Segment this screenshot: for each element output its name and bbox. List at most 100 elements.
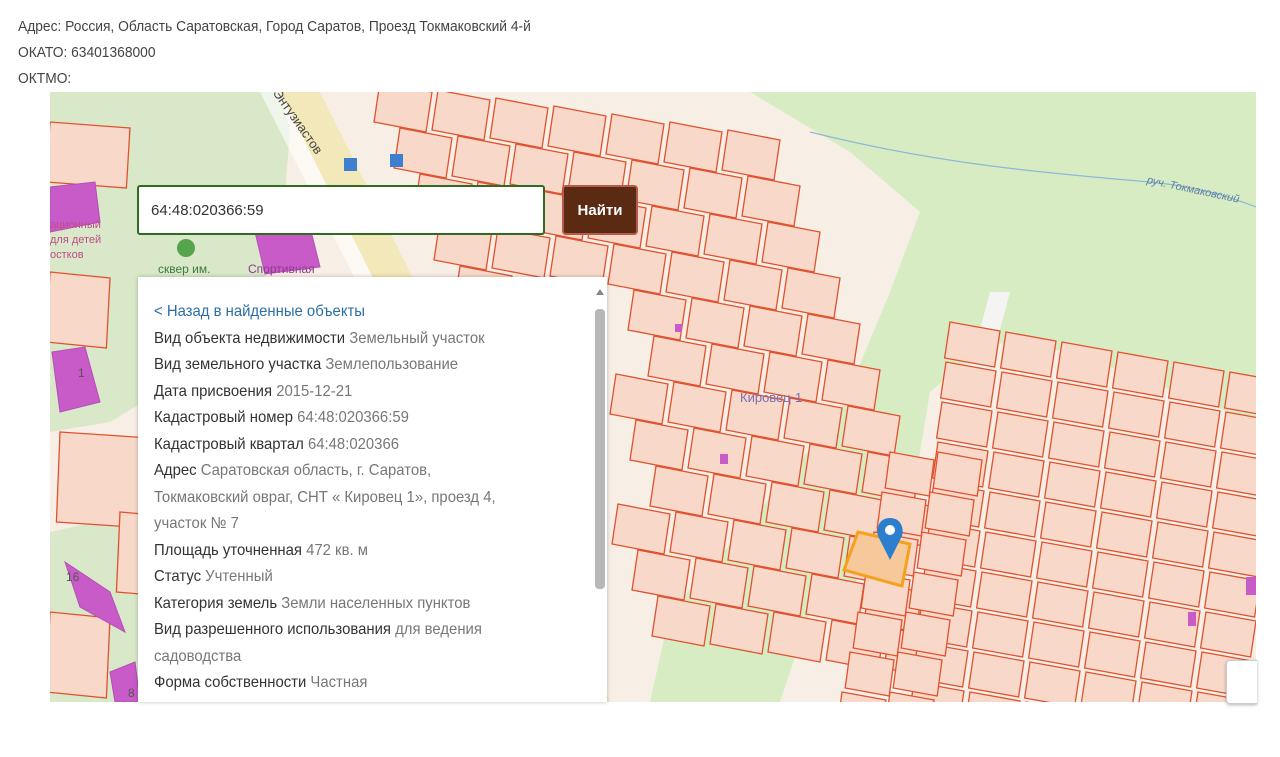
bus-stop-icon [390,154,403,167]
parcel [979,531,1037,578]
parcel [687,427,747,479]
layers-icon[interactable] [1226,660,1257,704]
area-label-kirovets: Кировец-1 [740,390,803,405]
address-header: Адрес: Россия, Область Саратовская, Горо… [18,14,575,92]
parcel [431,92,491,141]
parcel [1031,581,1089,628]
parcel [983,491,1041,538]
info-row: Категория земель Земли населенных пункто… [154,594,471,612]
parcel [1219,411,1256,456]
info-row: Площадь уточненная 472 кв. м [154,541,368,559]
oktmo-line: ОКТМО: [18,70,72,87]
poi-label-center: ационный [50,219,101,231]
permitted-use-continuation: садоводства [154,647,242,665]
parcel [1039,501,1097,548]
parcel [852,611,903,657]
object-info-panel[interactable]: < Назад в найденные объекты Вид объекта … [138,277,607,702]
parcel [1035,541,1093,588]
poi-label-sport: Спортивная [248,262,315,276]
parcel [971,611,1029,658]
scroll-thumb[interactable] [595,309,605,589]
parcel [908,571,959,617]
parcel [781,267,841,319]
parcel [489,97,549,149]
parcel [645,205,705,257]
info-row: Кадастровый квартал 64:48:020366 [154,435,399,453]
parcel [683,167,743,219]
parcel [669,511,729,563]
parcel [932,451,983,497]
parcel [393,127,453,179]
parcel [665,251,725,303]
parcel [1083,631,1141,678]
parcel [1199,611,1256,658]
parcel [50,611,111,699]
parcel [975,571,1033,618]
parcel [783,397,843,449]
parcel [916,531,967,577]
panel-scrollbar[interactable] [595,289,605,699]
parcel [685,297,745,349]
search-button[interactable]: Найти [562,185,638,235]
info-row: Вид земельного участка Землепользование [154,356,459,373]
back-to-results-link[interactable]: < Назад в найденные объекты [154,299,560,326]
poi-label-center: остков [50,249,84,261]
parcel [703,213,763,265]
parcel [1023,661,1081,702]
poi-label-center: для детей [50,234,102,246]
okato-line: ОКАТО: 63401368000 [18,44,156,61]
parcel [663,121,723,173]
parcel [607,243,667,295]
parcel [605,113,665,165]
parcel [1215,451,1256,496]
parcel [1147,561,1205,608]
house-number: 16 [66,570,80,584]
address-line: Адрес: Россия, Область Саратовская, Горо… [18,18,531,35]
parcel [935,401,993,448]
parcel [1080,671,1137,702]
parcel [801,313,861,365]
parcel [723,259,783,311]
parcel [721,129,781,181]
building [720,454,728,464]
parcel [611,503,671,555]
parcel [987,451,1045,498]
parcel [1107,391,1165,438]
scroll-up-icon[interactable] [596,289,604,295]
parcel [900,611,951,657]
parcel [1103,431,1161,478]
parcel [1091,551,1149,598]
parcel [1087,591,1145,638]
parcel [1163,401,1221,448]
house-number: 1 [78,366,85,380]
info-row: Вид объекта недвижимости Земельный участ… [154,329,485,347]
parcel [629,419,689,471]
cadastral-search-input[interactable] [137,185,545,235]
parcel [1155,481,1213,528]
parcel [627,289,687,341]
parcel [967,651,1025,698]
info-row: Вид разрешенного использования для веден… [154,621,482,638]
info-row: Статус Учтенный [154,568,273,585]
parcel [1211,491,1256,537]
parcel [1099,471,1157,518]
parcel [991,411,1049,458]
parcel [491,227,551,279]
building [1188,612,1196,626]
info-row: Адрес Саратовская область, г. Саратов, [154,462,432,479]
parcel [667,381,727,433]
parcel [373,92,433,133]
parcel [707,473,767,525]
parcel [1139,641,1197,688]
address-continuation: Токмаковский овраг, СНТ « Кировец 1», пр… [154,488,496,506]
parcel [649,465,709,517]
parcel [609,373,669,425]
park-icon [177,239,195,257]
info-row: Дата присвоения 2015-12-21 [154,382,353,400]
parcel [741,175,801,227]
parcel [1027,621,1085,668]
parcel [844,651,895,697]
address-continuation: участок № 7 [154,515,239,532]
parcel [631,549,691,601]
building [675,324,682,332]
